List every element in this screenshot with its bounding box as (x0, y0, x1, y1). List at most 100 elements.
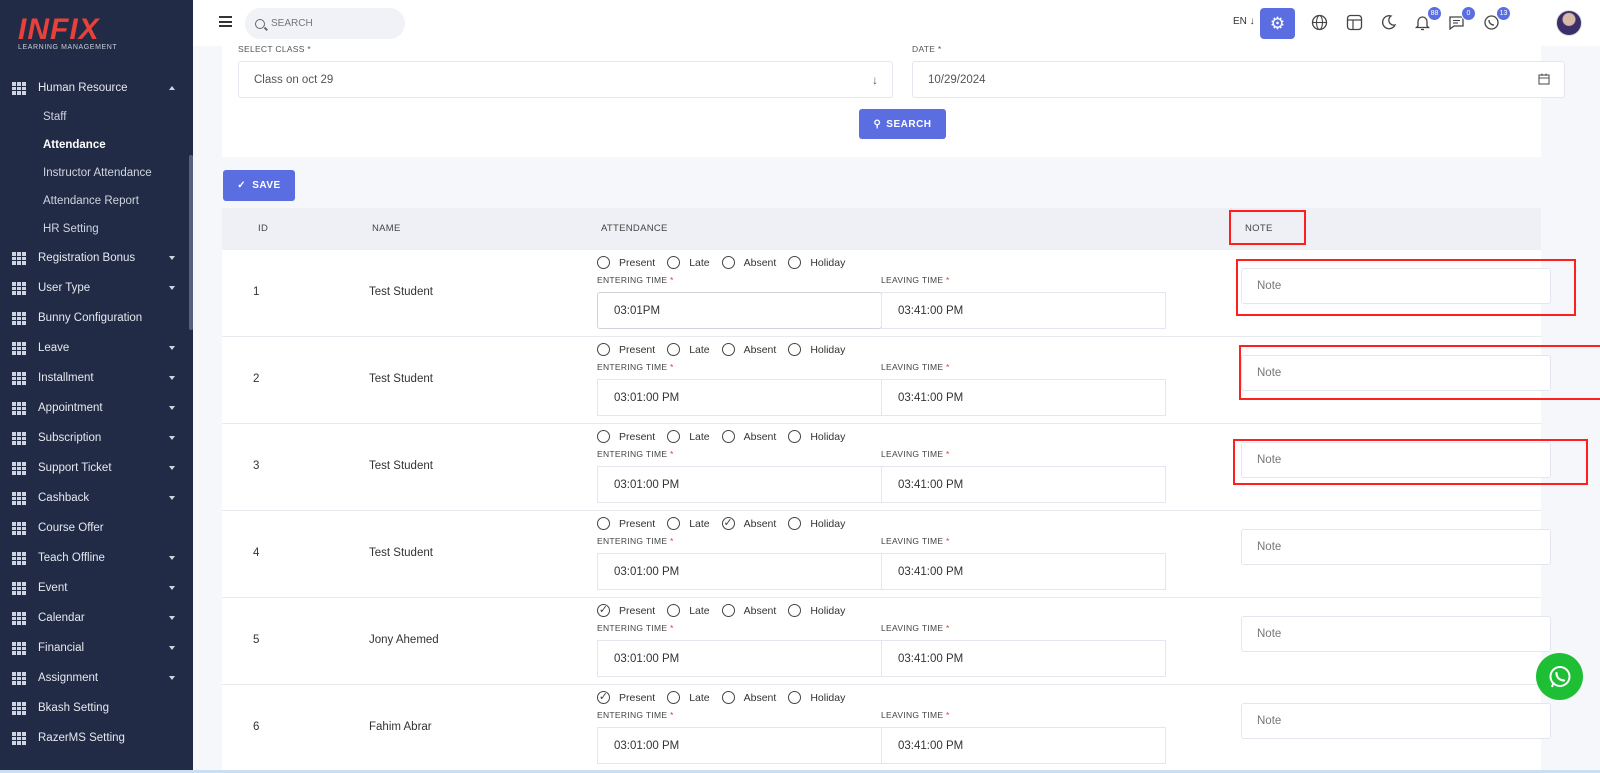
save-button[interactable]: ✓ SAVE (223, 170, 295, 201)
radio-absent[interactable]: Absent (721, 343, 776, 356)
globe-icon[interactable] (1309, 12, 1329, 32)
sidebar-item[interactable]: RazerMS Setting (0, 723, 193, 753)
avatar[interactable] (1556, 10, 1582, 36)
note-input[interactable]: Note (1241, 268, 1551, 304)
radio-holiday[interactable]: Holiday (788, 691, 845, 704)
radio-icon[interactable] (721, 256, 735, 269)
entering-time-input[interactable]: 03:01:00 PM (597, 640, 882, 677)
entering-time-input[interactable]: 03:01:00 PM (597, 553, 882, 590)
leaving-time-input[interactable]: 03:41:00 PM (881, 640, 1166, 677)
radio-holiday[interactable]: Holiday (788, 430, 845, 443)
whatsapp-float-button[interactable] (1536, 653, 1583, 700)
moon-icon[interactable] (1378, 12, 1398, 32)
note-input[interactable]: Note (1241, 703, 1551, 739)
radio-icon[interactable] (667, 430, 681, 443)
note-input[interactable]: Note (1241, 616, 1551, 652)
language-selector[interactable]: EN ↓ (1233, 16, 1255, 27)
radio-icon[interactable] (788, 343, 802, 356)
radio-absent[interactable]: Absent (721, 691, 776, 704)
radio-icon[interactable] (667, 517, 681, 530)
radio-icon[interactable] (721, 604, 735, 617)
radio-checked-icon[interactable]: ✓ (721, 517, 735, 530)
hamburger-menu-icon[interactable] (219, 16, 232, 27)
sidebar-item[interactable]: User Type (0, 273, 193, 303)
radio-holiday[interactable]: Holiday (788, 604, 845, 617)
settings-button[interactable]: ⚙ (1260, 8, 1295, 39)
radio-late[interactable]: Late (667, 691, 710, 704)
radio-icon[interactable] (667, 691, 681, 704)
radio-present[interactable]: Present (597, 430, 655, 443)
radio-icon[interactable] (721, 430, 735, 443)
radio-icon[interactable] (788, 256, 802, 269)
sidebar-item[interactable]: Subscription (0, 423, 193, 453)
sidebar-item[interactable]: Bunny Configuration (0, 303, 193, 333)
sidebar-item[interactable]: Calendar (0, 603, 193, 633)
logo[interactable]: INFIX LEARNING MANAGEMENT (18, 14, 117, 52)
radio-present[interactable]: Present (597, 517, 655, 530)
radio-holiday[interactable]: Holiday (788, 256, 845, 269)
leaving-time-input[interactable]: 03:41:00 PM (881, 292, 1166, 329)
radio-holiday[interactable]: Holiday (788, 343, 845, 356)
whatsapp-icon[interactable]: 13 (1481, 6, 1511, 32)
radio-holiday[interactable]: Holiday (788, 517, 845, 530)
layout-icon[interactable] (1344, 12, 1364, 32)
radio-present[interactable]: Present (597, 343, 655, 356)
leaving-time-input[interactable]: 03:41:00 PM (881, 727, 1166, 764)
radio-late[interactable]: Late (667, 604, 710, 617)
entering-time-input[interactable]: 03:01:00 PM (597, 727, 882, 764)
class-select[interactable]: Class on oct 29 ↓ (238, 61, 893, 98)
radio-absent[interactable]: Absent (721, 430, 776, 443)
radio-icon[interactable] (597, 343, 610, 356)
sidebar-subitem[interactable]: Staff (0, 103, 193, 131)
sidebar-item[interactable]: Assignment (0, 663, 193, 693)
note-input[interactable]: Note (1241, 529, 1551, 565)
radio-absent[interactable]: ✓ Absent (721, 517, 776, 530)
radio-icon[interactable] (788, 691, 802, 704)
radio-icon[interactable] (788, 604, 802, 617)
search-input[interactable] (271, 18, 391, 29)
entering-time-input[interactable]: 03:01:00 PM (597, 466, 882, 503)
radio-late[interactable]: Late (667, 517, 710, 530)
radio-absent[interactable]: Absent (721, 256, 776, 269)
radio-icon[interactable] (788, 430, 802, 443)
chat-icon[interactable]: 0 (1446, 6, 1476, 32)
sidebar-item[interactable]: Leave (0, 333, 193, 363)
radio-late[interactable]: Late (667, 256, 710, 269)
sidebar-item[interactable]: Event (0, 573, 193, 603)
radio-present[interactable]: ✓ Present (597, 604, 655, 617)
search-box[interactable] (245, 8, 405, 39)
entering-time-input[interactable]: 03:01:00 PM (597, 379, 882, 416)
sidebar-subitem[interactable]: Attendance (0, 131, 193, 159)
radio-icon[interactable] (597, 256, 610, 269)
radio-icon[interactable] (788, 517, 802, 530)
radio-icon[interactable] (721, 343, 735, 356)
sidebar-item[interactable]: Financial (0, 633, 193, 663)
radio-late[interactable]: Late (667, 430, 710, 443)
sidebar-item[interactable]: Cashback (0, 483, 193, 513)
radio-late[interactable]: Late (667, 343, 710, 356)
sidebar-item[interactable]: Teach Offline (0, 543, 193, 573)
sidebar-item[interactable]: Support Ticket (0, 453, 193, 483)
sidebar-item[interactable]: Installment (0, 363, 193, 393)
leaving-time-input[interactable]: 03:41:00 PM (881, 466, 1166, 503)
sidebar-scrollbar[interactable] (189, 155, 193, 330)
sidebar-item-human-resource[interactable]: Human Resource (0, 73, 193, 103)
radio-checked-icon[interactable]: ✓ (597, 691, 610, 704)
entering-time-input[interactable]: 03:01PM (597, 292, 882, 329)
radio-icon[interactable] (667, 256, 681, 269)
sidebar-subitem[interactable]: Instructor Attendance (0, 159, 193, 187)
note-input[interactable]: Note (1241, 355, 1551, 391)
sidebar-item[interactable]: Appointment (0, 393, 193, 423)
radio-icon[interactable] (721, 691, 735, 704)
sidebar-subitem[interactable]: HR Setting (0, 215, 193, 243)
note-input[interactable]: Note (1241, 442, 1551, 478)
sidebar-item[interactable]: Bkash Setting (0, 693, 193, 723)
sidebar-item[interactable]: Course Offer (0, 513, 193, 543)
date-field[interactable]: 10/29/2024 (912, 61, 1565, 98)
radio-icon[interactable] (667, 343, 681, 356)
bell-icon[interactable]: 88 (1412, 6, 1442, 32)
search-button[interactable]: ⚲ SEARCH (859, 109, 946, 139)
sidebar-item[interactable]: Registration Bonus (0, 243, 193, 273)
radio-present[interactable]: ✓ Present (597, 691, 655, 704)
radio-checked-icon[interactable]: ✓ (597, 604, 610, 617)
